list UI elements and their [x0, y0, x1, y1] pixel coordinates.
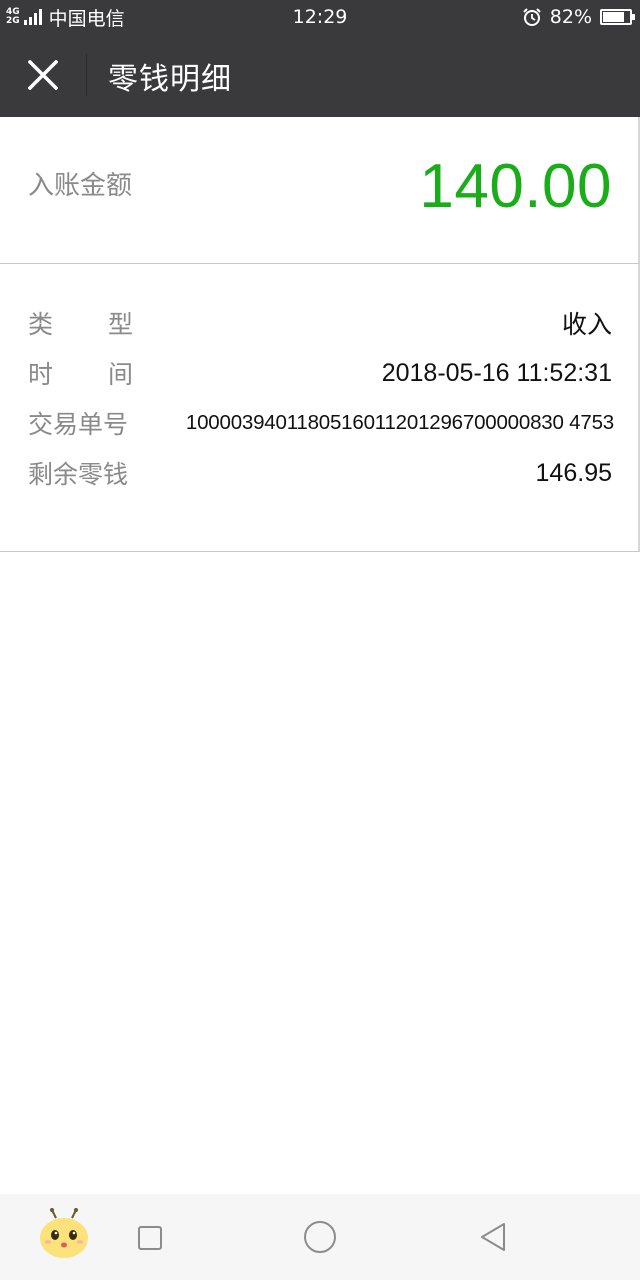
- type-label-char-1: 类: [28, 310, 54, 339]
- detail-row-balance: 剩余零钱 146.95: [0, 453, 638, 493]
- amount-value: 140.00: [419, 152, 612, 221]
- balance-value: 146.95: [535, 458, 612, 487]
- detail-row-type: 类 型 收入: [0, 303, 638, 343]
- balance-label: 剩余零钱: [28, 460, 129, 489]
- time-label-char-1: 时: [28, 360, 54, 389]
- time-value: 2018-05-16 11:52:31: [381, 358, 612, 387]
- status-bar: 4G 2G 中国电信 12:29 82%: [0, 0, 640, 34]
- mascot-icon[interactable]: [38, 1208, 90, 1260]
- details-section: 类 型 收入 时 间 2018-05-16 11:52:31 交易单号 1000…: [0, 264, 640, 552]
- home-button[interactable]: [304, 1221, 336, 1253]
- amount-section: 入账金额 140.00: [0, 117, 640, 264]
- recents-button[interactable]: [138, 1226, 162, 1250]
- nav-divider: [86, 54, 87, 96]
- amount-label: 入账金额: [28, 171, 133, 201]
- close-icon: [28, 60, 58, 90]
- type-value: 收入: [561, 311, 612, 339]
- nav-bar: 零钱明细: [0, 34, 640, 117]
- battery-percent: 82%: [549, 6, 592, 28]
- status-time: 12:29: [292, 6, 348, 28]
- transaction-number: 1000039401180516011201296700000830 4753: [185, 411, 614, 434]
- back-button[interactable]: [478, 1221, 508, 1253]
- status-right: 82%: [522, 0, 635, 34]
- time-label-char-2: 间: [107, 360, 133, 389]
- transaction-label: 交易单号: [28, 410, 129, 439]
- detail-row-transaction: 交易单号 1000039401180516011201296700000830 …: [0, 403, 638, 443]
- detail-row-time: 时 间 2018-05-16 11:52:31: [0, 353, 638, 393]
- type-label-char-2: 型: [107, 310, 133, 339]
- alarm-icon: [523, 8, 541, 26]
- type-label: 类 型: [28, 303, 133, 343]
- time-label: 时 间: [28, 353, 133, 393]
- battery-icon: [600, 9, 635, 25]
- close-button[interactable]: [22, 54, 64, 96]
- page-title: 零钱明细: [108, 61, 232, 97]
